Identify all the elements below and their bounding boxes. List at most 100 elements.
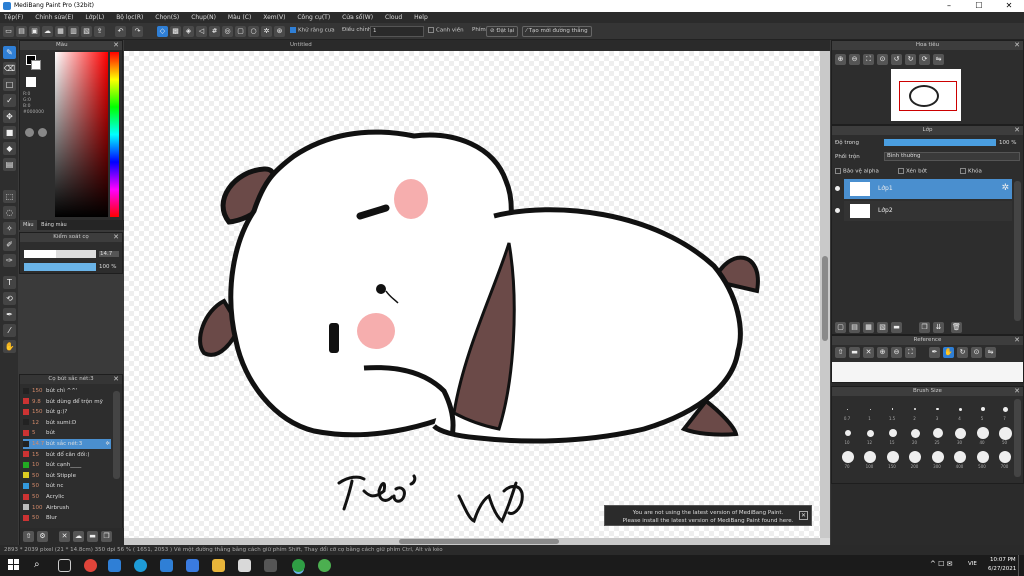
brush-size-preset[interactable]: 10: [837, 424, 858, 446]
brush-list-item[interactable]: 150 bút g:)?: [23, 407, 111, 417]
check-tool-icon[interactable]: ✓: [3, 94, 16, 107]
windows-start-icon[interactable]: [8, 559, 20, 571]
open-reference-icon[interactable]: ▬: [849, 347, 860, 358]
visibility-icon[interactable]: [835, 208, 840, 213]
reset-rotate-icon[interactable]: ⟳: [919, 54, 930, 65]
store-icon[interactable]: [108, 559, 121, 572]
rotate-icon[interactable]: ↻: [957, 347, 968, 358]
hand-tool-icon[interactable]: ✋: [3, 340, 16, 353]
close-notice-icon[interactable]: ✕: [799, 511, 808, 520]
merge-down-icon[interactable]: ⇊: [933, 322, 944, 333]
lasso-icon[interactable]: ◌: [3, 206, 16, 219]
menu-view[interactable]: Xem(V): [263, 12, 285, 23]
brush-size-preset[interactable]: 2: [905, 400, 926, 422]
show-desktop-button[interactable]: [1018, 555, 1024, 576]
app-icon-1[interactable]: [238, 559, 251, 572]
eyedropper-icon[interactable]: ✒: [3, 308, 16, 321]
update-notice[interactable]: You are not using the latest version of …: [604, 505, 812, 526]
medibang-task-icon[interactable]: [292, 559, 305, 572]
clipping-checkbox[interactable]: Xén bớt: [898, 168, 927, 175]
minimize-button[interactable]: –: [934, 0, 964, 12]
menu-file[interactable]: Tệp(F): [4, 12, 23, 23]
file-explorer-icon[interactable]: [212, 559, 225, 572]
opacity-slider[interactable]: [24, 263, 96, 271]
menu-filter[interactable]: Bộ lọc(R): [116, 12, 143, 23]
new-halftone-layer-icon[interactable]: ▤: [849, 322, 860, 333]
close-icon[interactable]: ✕: [113, 375, 119, 384]
brush-size-preset[interactable]: 5: [972, 400, 993, 422]
task-view-icon[interactable]: [58, 559, 71, 572]
eyedropper-icon[interactable]: ✒: [929, 347, 940, 358]
clock-time[interactable]: 10:07 PM: [990, 557, 1016, 563]
gradient-tool-icon[interactable]: ▤: [3, 158, 16, 171]
magic-wand-icon[interactable]: ✧: [3, 222, 16, 235]
folder-icon[interactable]: ▬: [87, 531, 98, 542]
chrome-icon[interactable]: [84, 559, 97, 572]
search-icon[interactable]: ⌕: [34, 559, 40, 570]
document-tab[interactable]: Untitled: [290, 42, 312, 48]
brush-size-preset[interactable]: 50: [995, 424, 1016, 446]
brush-list-item[interactable]: 10 bút cạnh____: [23, 460, 111, 470]
close-icon[interactable]: ✕: [113, 233, 119, 242]
gear-icon[interactable]: ✲: [261, 26, 272, 37]
close-icon[interactable]: ✕: [1014, 41, 1020, 50]
eraser-tool-icon[interactable]: ⌫: [3, 62, 16, 75]
bucket-tool-icon[interactable]: ◆: [3, 142, 16, 155]
select-pen-icon[interactable]: ✐: [3, 238, 16, 251]
hue-slider[interactable]: [110, 52, 119, 217]
brush-size-preset[interactable]: 1.5: [882, 400, 903, 422]
flip-icon[interactable]: ◁: [196, 26, 207, 37]
redo-icon[interactable]: ↷: [132, 26, 143, 37]
dot-tool-icon[interactable]: □: [3, 78, 16, 91]
move-tool-icon[interactable]: ✥: [3, 110, 16, 123]
blend-mode-select[interactable]: Bình thường: [884, 152, 1020, 161]
correction-select[interactable]: 1: [370, 26, 424, 37]
app-icon-2[interactable]: [318, 559, 331, 572]
brush-size-preset[interactable]: 400: [950, 448, 971, 470]
new-8bit-layer-icon[interactable]: ▦: [863, 322, 874, 333]
size-slider[interactable]: [24, 250, 96, 258]
zalo-icon[interactable]: [186, 559, 199, 572]
navigator-preview[interactable]: [891, 69, 961, 121]
menu-edit[interactable]: Chỉnh sửa(E): [35, 12, 73, 23]
save-icon[interactable]: ▣: [29, 26, 40, 37]
upload-icon[interactable]: ⇧: [835, 347, 846, 358]
brush-list-item[interactable]: 15 bút đổ cân đối:): [23, 450, 111, 460]
drawing-canvas[interactable]: [124, 51, 820, 538]
brush-list-item[interactable]: 50 Acrylic: [23, 492, 111, 502]
photos-icon[interactable]: [264, 559, 277, 572]
delete-layer-icon[interactable]: 🗑: [951, 322, 962, 333]
brush-tool-icon[interactable]: ✎: [3, 46, 16, 59]
lock-checkbox[interactable]: Khóa: [960, 168, 982, 175]
close-icon[interactable]: ✕: [1014, 126, 1020, 135]
brush-list-item[interactable]: 12 bút sumi:D: [23, 418, 111, 428]
horizontal-scrollbar[interactable]: [124, 538, 820, 545]
ie-icon[interactable]: [160, 559, 173, 572]
brush-size-preset[interactable]: 20: [905, 424, 926, 446]
divide-tool-icon[interactable]: ⁄: [3, 324, 16, 337]
brush-size-preset[interactable]: 300: [927, 448, 948, 470]
select-all-icon[interactable]: ▩: [170, 26, 181, 37]
close-icon[interactable]: ✕: [1014, 387, 1020, 396]
brush-list-item[interactable]: 100 Airbrush: [23, 503, 111, 513]
brush-size-preset[interactable]: 100: [860, 448, 881, 470]
palette-icon[interactable]: [38, 128, 47, 137]
menu-help[interactable]: Help: [414, 12, 428, 23]
ellipse-icon[interactable]: ○: [248, 26, 259, 37]
menu-select[interactable]: Chọn(S): [155, 12, 179, 23]
comic-icon[interactable]: ▧: [81, 26, 92, 37]
layer-settings-icon[interactable]: ✲: [1001, 183, 1009, 193]
brush-size-preset[interactable]: 25: [927, 424, 948, 446]
actual-size-icon[interactable]: ⊙: [877, 54, 888, 65]
snap-off-button[interactable]: ⊘ Đặt lại: [486, 26, 519, 37]
hand-icon[interactable]: ✋: [943, 347, 954, 358]
edge-icon[interactable]: [134, 559, 147, 572]
cloud-brush-icon[interactable]: ☁: [73, 531, 84, 542]
brush-list-item[interactable]: 9.8 bút dùng để trộn mỹ: [23, 397, 111, 407]
menu-window[interactable]: Cửa sổ(W): [342, 12, 373, 23]
layer-row-1[interactable]: Lớp1 ✲: [835, 179, 1012, 199]
close-button[interactable]: ✕: [994, 0, 1024, 12]
grid-toggle-icon[interactable]: #: [209, 26, 220, 37]
zoom-in-icon[interactable]: ⊕: [835, 54, 846, 65]
maximize-button[interactable]: ☐: [964, 0, 994, 12]
